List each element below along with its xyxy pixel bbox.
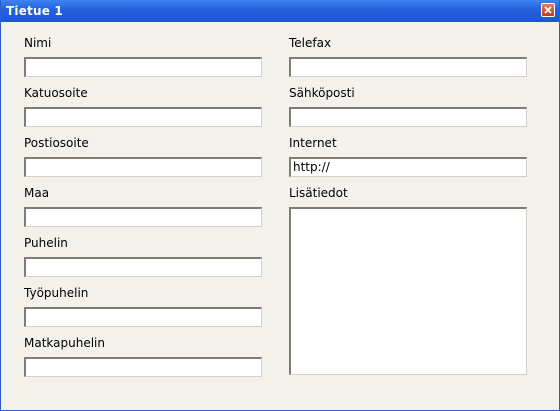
- puhelin-input[interactable]: [24, 257, 262, 277]
- sahkoposti-label: Sähköposti: [289, 86, 355, 100]
- window-title: Tietue 1: [6, 4, 63, 18]
- nimi-label: Nimi: [24, 36, 52, 50]
- postiosoite-label: Postiosoite: [24, 136, 89, 150]
- matkapuhelin-input[interactable]: [24, 357, 262, 377]
- nimi-input[interactable]: [24, 57, 262, 77]
- telefax-input[interactable]: [289, 57, 527, 77]
- close-icon: [544, 6, 552, 14]
- close-button[interactable]: [541, 3, 555, 17]
- maa-input[interactable]: [24, 207, 262, 227]
- tyopuhelin-input[interactable]: [24, 307, 262, 327]
- katuosoite-input[interactable]: [24, 107, 262, 127]
- tyopuhelin-label: Työpuhelin: [24, 286, 89, 300]
- telefax-label: Telefax: [289, 36, 332, 50]
- maa-label: Maa: [24, 186, 50, 200]
- sahkoposti-input[interactable]: [289, 107, 527, 127]
- internet-label: Internet: [289, 136, 337, 150]
- lisatiedot-label: Lisätiedot: [289, 186, 348, 200]
- katuosoite-label: Katuosoite: [24, 86, 88, 100]
- internet-input[interactable]: http://: [289, 157, 527, 177]
- record-window: Tietue 1 Nimi Katuosoite Postiosoite Maa…: [0, 0, 560, 411]
- lisatiedot-textarea[interactable]: [289, 207, 527, 375]
- puhelin-label: Puhelin: [24, 236, 68, 250]
- title-bar[interactable]: Tietue 1: [1, 0, 559, 22]
- matkapuhelin-label: Matkapuhelin: [24, 336, 105, 350]
- postiosoite-input[interactable]: [24, 157, 262, 177]
